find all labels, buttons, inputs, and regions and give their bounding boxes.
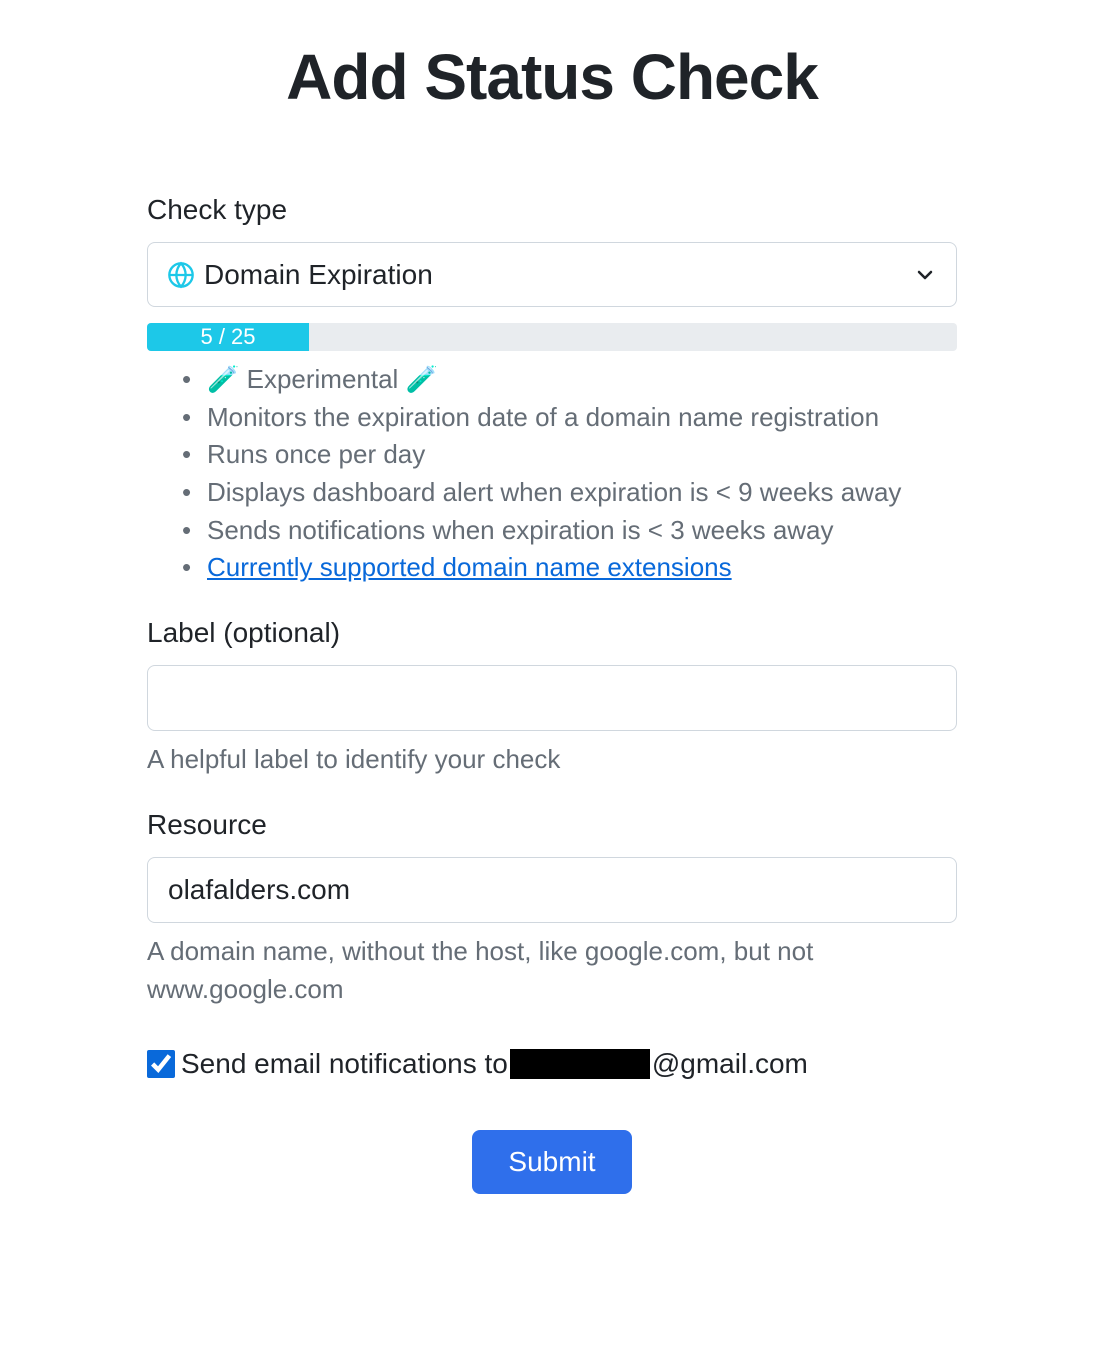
page-title: Add Status Check xyxy=(147,40,957,114)
resource-group: Resource A domain name, without the host… xyxy=(147,809,957,1008)
notifications-email-suffix: @gmail.com xyxy=(652,1048,808,1080)
notifications-checkbox[interactable] xyxy=(147,1050,175,1078)
supported-extensions-link[interactable]: Currently supported domain name extensio… xyxy=(207,552,732,582)
redacted-email-prefix xyxy=(510,1049,650,1079)
resource-input[interactable] xyxy=(147,857,957,923)
description-item: Monitors the expiration date of a domain… xyxy=(187,399,957,437)
label-group: Label (optional) A helpful label to iden… xyxy=(147,617,957,779)
label-help-text: A helpful label to identify your check xyxy=(147,741,957,779)
description-item: Runs once per day xyxy=(187,436,957,474)
notifications-label: Send email notifications to @gmail.com xyxy=(181,1048,808,1080)
usage-progress-fill: 5 / 25 xyxy=(147,323,309,351)
label-field-label: Label (optional) xyxy=(147,617,957,649)
description-item-link: Currently supported domain name extensio… xyxy=(187,549,957,587)
check-type-group: Check type Domain Expiration 5 / 25 xyxy=(147,194,957,587)
notifications-checkbox-row: Send email notifications to @gmail.com xyxy=(147,1048,957,1080)
submit-row: Submit xyxy=(147,1130,957,1194)
resource-field-label: Resource xyxy=(147,809,957,841)
description-item: 🧪 Experimental 🧪 xyxy=(187,361,957,399)
resource-help-text: A domain name, without the host, like go… xyxy=(147,933,957,1008)
description-item: Displays dashboard alert when expiration… xyxy=(187,474,957,512)
notifications-label-prefix: Send email notifications to xyxy=(181,1048,508,1080)
label-input[interactable] xyxy=(147,665,957,731)
check-type-select-wrapper: Domain Expiration xyxy=(147,242,957,307)
description-item: Sends notifications when expiration is <… xyxy=(187,512,957,550)
check-type-select[interactable]: Domain Expiration xyxy=(147,242,957,307)
submit-button[interactable]: Submit xyxy=(472,1130,631,1194)
check-type-description-list: 🧪 Experimental 🧪 Monitors the expiration… xyxy=(147,361,957,587)
usage-progress-bar: 5 / 25 xyxy=(147,323,957,351)
check-type-label: Check type xyxy=(147,194,957,226)
